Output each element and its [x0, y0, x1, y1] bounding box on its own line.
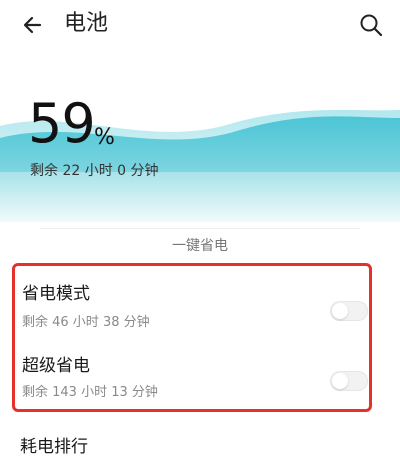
- super-power-saving-row[interactable]: 超级省电 剩余 143 小时 13 分钟: [0, 355, 400, 415]
- battery-remaining-time: 剩余 22 小时 0 分钟: [30, 163, 159, 179]
- power-saving-mode-toggle[interactable]: [330, 301, 368, 321]
- power-usage-ranking-item[interactable]: 耗电排行: [20, 436, 88, 458]
- battery-percentage: 59: [28, 92, 96, 155]
- super-power-saving-toggle[interactable]: [330, 371, 368, 391]
- toggle-knob: [332, 303, 348, 319]
- power-saving-mode-row[interactable]: 省电模式 剩余 46 小时 38 分钟: [0, 283, 400, 343]
- power-saving-section-label: 一键省电: [172, 238, 228, 254]
- power-saving-mode-remaining: 剩余 46 小时 38 分钟: [22, 315, 150, 330]
- arrow-left-icon: [23, 16, 42, 34]
- section-divider: [40, 228, 360, 229]
- search-button[interactable]: [356, 10, 386, 40]
- battery-percent-sign: %: [94, 125, 115, 150]
- page-title: 电池: [64, 11, 109, 36]
- toggle-knob: [332, 373, 348, 389]
- app-header: 电池: [0, 0, 400, 52]
- search-icon: [360, 14, 383, 37]
- power-saving-mode-title: 省电模式: [22, 284, 90, 304]
- super-power-saving-title: 超级省电: [22, 356, 90, 376]
- super-power-saving-remaining: 剩余 143 小时 13 分钟: [22, 385, 158, 400]
- back-button[interactable]: [20, 10, 50, 40]
- battery-settings-screen: 电池 59 % 剩余 22 小时 0 分钟 一键省电 省电模式 剩余 46 小时…: [0, 0, 400, 467]
